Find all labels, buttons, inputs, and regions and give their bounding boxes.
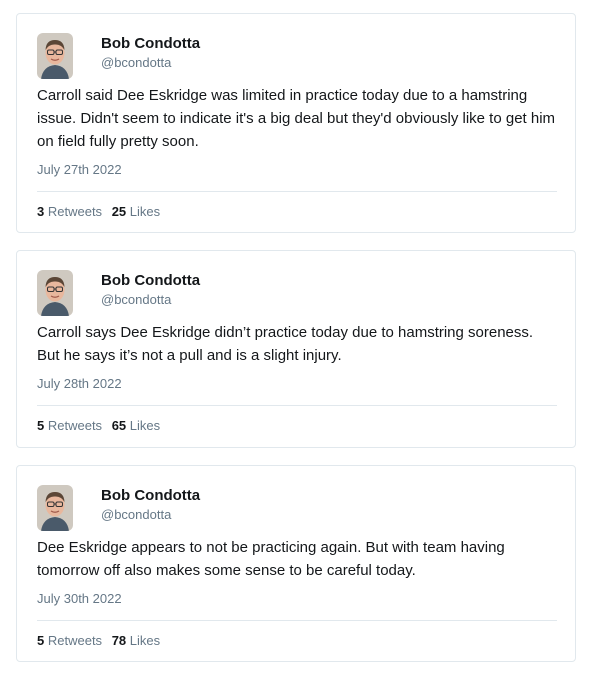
retweets-number: 5 (37, 633, 45, 648)
tweet-date[interactable]: July 27th 2022 (37, 162, 122, 177)
avatar-image (37, 33, 73, 79)
divider (37, 405, 557, 406)
tweet-text: Dee Eskridge appears to not be practicin… (37, 539, 505, 579)
retweets-number: 3 (37, 204, 45, 219)
retweets-number: 5 (37, 418, 45, 433)
retweets-label: Retweets (47, 418, 103, 433)
avatar[interactable] (37, 33, 73, 79)
avatar-image (37, 270, 73, 316)
avatar[interactable] (37, 485, 73, 531)
tweet-stats: 5 Retweets 65 Likes (37, 418, 166, 433)
retweets-count[interactable]: 3 Retweets (37, 204, 102, 219)
author-handle[interactable]: @bcondotta (101, 55, 171, 70)
tweet-stats: 3 Retweets 25 Likes (37, 204, 166, 219)
likes-count[interactable]: 78 Likes (112, 633, 160, 648)
avatar[interactable] (37, 270, 73, 316)
retweets-label: Retweets (47, 633, 103, 648)
author-name[interactable]: Bob Condotta (101, 487, 200, 504)
likes-count[interactable]: 65 Likes (112, 418, 160, 433)
author-handle[interactable]: @bcondotta (101, 507, 171, 522)
divider (37, 191, 557, 192)
tweet-stats: 5 Retweets 78 Likes (37, 633, 166, 648)
divider (37, 620, 557, 621)
tweet-date[interactable]: July 28th 2022 (37, 376, 122, 391)
likes-label: Likes (129, 633, 161, 648)
tweet-text: Carroll says Dee Eskridge didn’t practic… (37, 324, 534, 364)
tweet-date[interactable]: July 30th 2022 (37, 591, 122, 606)
likes-label: Likes (129, 204, 161, 219)
likes-count[interactable]: 25 Likes (112, 204, 160, 219)
author-name[interactable]: Bob Condotta (101, 35, 200, 52)
tweet-card[interactable]: Bob Condotta @bcondotta Carroll said Dee… (16, 13, 576, 233)
tweet-card[interactable]: Bob Condotta @bcondotta Carroll says Dee… (16, 250, 576, 448)
avatar-image (37, 485, 73, 531)
retweets-label: Retweets (47, 204, 103, 219)
retweets-count[interactable]: 5 Retweets (37, 418, 102, 433)
likes-label: Likes (129, 418, 161, 433)
retweets-count[interactable]: 5 Retweets (37, 633, 102, 648)
author-handle[interactable]: @bcondotta (101, 292, 171, 307)
tweet-card[interactable]: Bob Condotta @bcondotta Dee Eskridge app… (16, 465, 576, 662)
likes-number: 78 (111, 633, 127, 648)
likes-number: 65 (111, 418, 127, 433)
likes-number: 25 (111, 204, 127, 219)
tweet-text: Carroll said Dee Eskridge was limited in… (37, 87, 556, 150)
author-name[interactable]: Bob Condotta (101, 272, 200, 289)
